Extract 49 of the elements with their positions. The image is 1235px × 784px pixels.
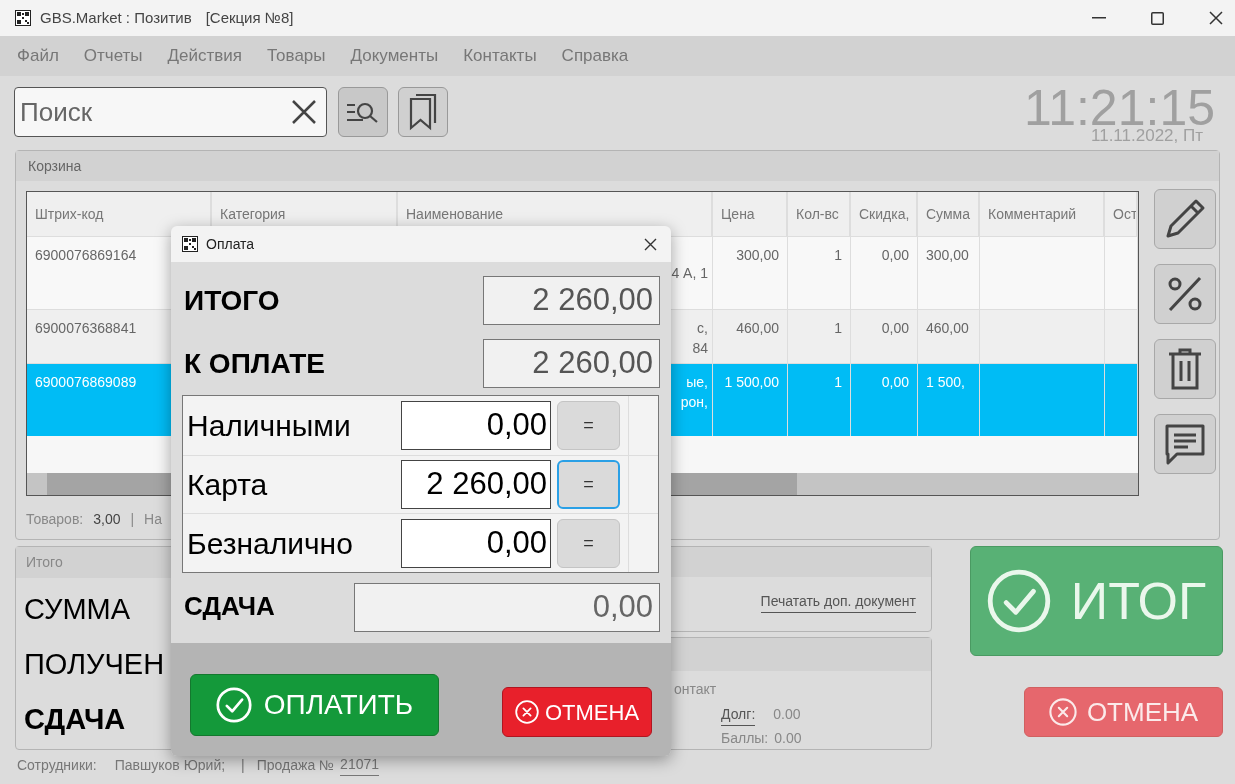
table-cell-text: 84 <box>692 339 708 358</box>
staff-name: Павшуков Юрий; <box>114 755 226 775</box>
table-cell: 1 <box>834 320 842 336</box>
table-cell-text: 4 А, 1 <box>671 264 708 283</box>
total-field: 2 260,00 <box>483 276 660 325</box>
table-cell: 460,00 <box>736 320 779 336</box>
points-label: Баллы: <box>721 729 769 748</box>
change-field: 0,00 <box>354 583 660 632</box>
contact-label: онтакт <box>674 680 717 699</box>
change-label: СДАЧА <box>183 590 275 623</box>
table-cell: 460,00 <box>926 320 969 336</box>
payment-label: Карта <box>186 467 269 503</box>
separator: | <box>130 510 135 529</box>
footer-label: На <box>144 510 162 529</box>
due-field: 2 260,00 <box>483 339 660 388</box>
items-count: 3,00 <box>93 510 121 529</box>
totals-label: СУММА <box>24 592 131 627</box>
table-cell: 6900076368841 <box>35 320 137 336</box>
payment-label: Наличными <box>186 407 352 444</box>
totals-label: ПОЛУЧЕН <box>24 647 165 682</box>
points-value: 0.00 <box>774 729 802 748</box>
table-cell: 6900076869164 <box>35 247 137 263</box>
staff-label: Сотрудники: <box>17 755 97 775</box>
panel-title: Итого <box>26 553 63 572</box>
table-cell: 0,00 <box>881 320 909 336</box>
items-count-label: Товаров: <box>26 510 84 529</box>
table-cell: 1 <box>834 374 842 390</box>
total-label: ИТОГО <box>183 283 280 318</box>
due-label: К ОПЛАТЕ <box>183 346 326 381</box>
table-cell: 1 <box>834 247 842 263</box>
table-cell: 300,00 <box>926 247 969 263</box>
sale-label: Продажа № <box>256 755 335 775</box>
table-cell-text: рон, <box>680 393 708 412</box>
panel-title: Корзина <box>28 156 82 176</box>
table-cell: 1 500, <box>926 374 965 390</box>
table-cell: 0,00 <box>881 374 909 390</box>
debt-value: 0.00 <box>773 705 801 724</box>
dialog-title: Оплата <box>206 234 255 254</box>
payment-label: Безналично <box>186 525 354 562</box>
window-title: GBS.Market : Позитив <box>40 7 192 28</box>
table-cell-text: ые, <box>686 373 708 392</box>
table-cell: 0,00 <box>881 247 909 263</box>
table-cell: 1 500,00 <box>724 374 779 390</box>
table-cell: 300,00 <box>736 247 779 263</box>
table-cell: 6900076869089 <box>35 374 137 390</box>
totals-label: СДАЧА <box>24 702 126 737</box>
section-label: [Секция №8] <box>205 7 294 28</box>
separator: | <box>241 755 245 775</box>
table-cell-text: с, <box>697 319 708 338</box>
